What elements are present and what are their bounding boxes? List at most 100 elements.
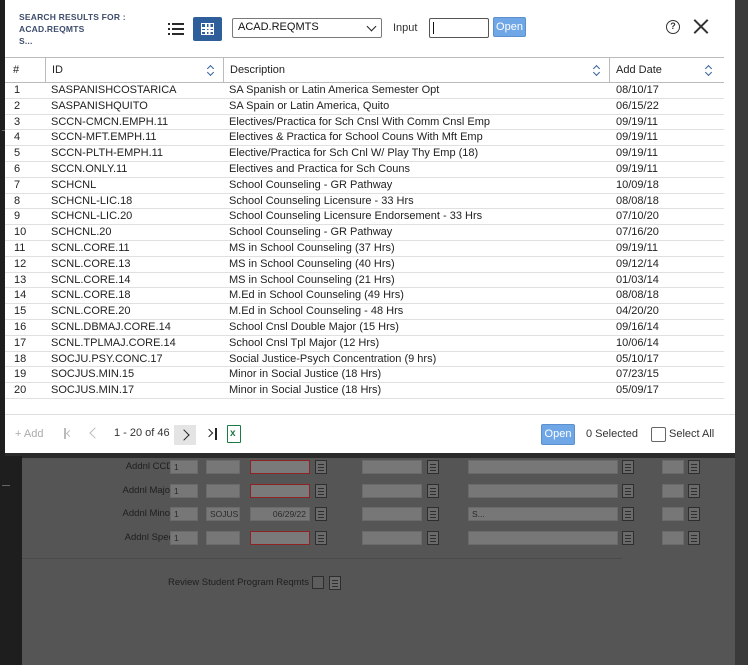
row-number: 14 [14, 289, 27, 302]
table-row[interactable]: 1 SASPANISHCOSTARICA SA Spanish or Latin A… [5, 83, 724, 99]
calendar-icon [427, 484, 439, 498]
document-icon [688, 507, 700, 521]
table-row[interactable]: 2 SASPANISHQUITO SA Spain or Latin America… [5, 99, 724, 115]
row-id: SCNL.CORE.20 [51, 305, 131, 318]
row-id: SCCN-PLTH-EMPH.11 [51, 147, 164, 160]
bg-row-majors: Addnl Majors 1 [22, 482, 735, 502]
prev-page-icon[interactable] [89, 427, 101, 439]
row-number: 5 [14, 147, 21, 160]
row-id: SCNL.CORE.11 [51, 241, 130, 254]
close-icon[interactable] [693, 18, 709, 34]
row-add-date: 08/10/17 [616, 84, 659, 96]
input-field[interactable] [429, 18, 489, 38]
row-add-date: 10/06/14 [616, 336, 659, 349]
bg-review-checkbox [312, 576, 324, 589]
row-id: SCNL.CORE.14 [51, 273, 131, 286]
row-number: 12 [14, 257, 27, 270]
row-description: Electives/Practica for Sch Cnsl With Com… [229, 115, 491, 128]
row-number: 6 [14, 162, 21, 175]
column-header-description[interactable]: Description [223, 58, 609, 83]
bg-date-field: 06/29/22 [250, 507, 310, 521]
table-row[interactable]: 3 SCCN-CMCN.EMPH.11 Electives/Practica for… [5, 115, 724, 131]
last-page-icon[interactable] [204, 428, 218, 440]
dialog-header: SEARCH RESULTS FOR : ACAD.REQMTS S... AC… [5, 0, 735, 52]
table-row[interactable]: 8 SCHCNL-LIC.18 School Counseling Licensur… [5, 194, 724, 210]
column-label: Description [230, 64, 286, 76]
table-body: 1 SASPANISHCOSTARICA SA Spanish or Latin A… [5, 83, 724, 399]
document-icon [622, 531, 634, 545]
table-scrollbar[interactable] [724, 57, 735, 387]
file-select-value: ACAD.REQMTS [238, 21, 319, 33]
row-id: SCCN-CMCN.EMPH.11 [51, 115, 169, 128]
row-number: 8 [14, 194, 21, 207]
table-row[interactable]: 11 SCNL.CORE.11 MS in School Counseling (3… [5, 241, 724, 257]
sort-icon[interactable] [593, 65, 601, 76]
row-add-date: 04/20/20 [616, 305, 659, 318]
bg-text-field [468, 484, 618, 498]
column-header-add-date[interactable]: Add Date [609, 58, 721, 83]
table-row[interactable]: 4 SCCN-MFT.EMPH.11 Electives & Practica fo… [5, 130, 724, 147]
row-description: Elective/Practica for Sch Cnl W/ Play Th… [229, 147, 479, 160]
nav-tick [2, 485, 10, 486]
text-caret [433, 22, 434, 34]
next-page-icon[interactable] [174, 425, 196, 445]
row-id: SCNL.CORE.18 [51, 289, 131, 302]
help-icon[interactable]: ? [666, 20, 680, 34]
table-row[interactable]: 6 SCCN.ONLY.11 Electives and Practica for … [5, 162, 724, 178]
grid-view-button[interactable] [193, 17, 222, 41]
table-row[interactable]: 5 SCCN-PLTH-EMPH.11 Elective/Practica for … [5, 146, 724, 162]
row-number: 15 [14, 305, 27, 318]
select-all-label[interactable]: Select All [669, 428, 714, 440]
open-button[interactable]: Open [493, 17, 526, 37]
row-id: SASPANISHCOSTARICA [51, 84, 177, 96]
footer-open-button[interactable]: Open [541, 424, 575, 445]
row-add-date: 09/19/11 [616, 147, 659, 160]
sort-icon[interactable] [705, 65, 713, 76]
row-add-date: 09/19/11 [616, 115, 659, 128]
row-add-date: 07/10/20 [616, 210, 659, 223]
row-id: SCCN-MFT.EMPH.11 [51, 131, 157, 144]
sort-icon[interactable] [207, 65, 215, 76]
row-number: 9 [14, 210, 21, 223]
background-form: Addnl CCDs 1 Addnl Majors 1 Addnl Minors… [22, 458, 735, 665]
row-add-date: 09/16/14 [616, 320, 659, 333]
calendar-icon [427, 531, 439, 545]
table-row[interactable]: 13 SCNL.CORE.14 MS in School Counseling (2… [5, 273, 724, 289]
document-icon [622, 460, 634, 474]
table-row[interactable]: 16 SCNL.DBMAJ.CORE.14 School Cnsl Double M… [5, 320, 724, 336]
row-add-date: 07/16/20 [616, 226, 659, 239]
excel-export-icon[interactable]: x [227, 425, 241, 443]
column-header-id[interactable]: ID [45, 58, 223, 83]
row-description: School Cnsl Double Major (15 Hrs) [229, 320, 399, 333]
bg-row-specs: Addnl Specs 1 [22, 529, 735, 549]
dialog-title-line: S... [19, 36, 33, 46]
row-number: 13 [14, 273, 27, 286]
table-row[interactable]: 20 SOCJUS.MIN.17 Minor in Social Justice (… [5, 383, 724, 399]
table-row[interactable]: 19 SOCJUS.MIN.15 Minor in Social Justice (… [5, 367, 724, 384]
search-results-dialog: SEARCH RESULTS FOR : ACAD.REQMTS S... AC… [5, 0, 735, 456]
row-add-date: 09/12/14 [616, 257, 659, 270]
table-row[interactable]: 17 SCNL.TPLMAJ.CORE.14 School Cnsl Tpl Maj… [5, 336, 724, 352]
table-row[interactable]: 15 SCNL.CORE.20 M.Ed in School Counseling … [5, 304, 724, 320]
first-page-icon[interactable] [64, 428, 74, 439]
bg-text-field [468, 460, 618, 474]
table-row[interactable]: 7 SCHCNL School Counseling - GR Pathway 10/… [5, 178, 724, 194]
column-label: Add Date [616, 64, 662, 76]
calendar-icon [427, 507, 439, 521]
row-add-date: 08/08/18 [616, 289, 659, 302]
file-select[interactable]: ACAD.REQMTS [232, 18, 382, 38]
table-row[interactable]: 18 SOCJU.PSY.CONC.17 Social Justice-Psych … [5, 352, 724, 368]
row-add-date: 10/09/18 [616, 178, 659, 191]
bg-small-field [662, 484, 684, 498]
table-row[interactable]: 12 SCNL.CORE.13 MS in School Counseling (4… [5, 257, 724, 273]
row-number: 7 [14, 178, 21, 191]
select-all-checkbox[interactable] [651, 427, 666, 442]
row-description: School Counseling Licensure Endorsement … [229, 210, 483, 223]
bg-num-field: 1 [170, 507, 198, 521]
table-row[interactable]: 10 SCHCNL.20 School Counseling - GR Pathwa… [5, 225, 724, 241]
add-button[interactable]: + Add [15, 428, 43, 440]
row-number: 17 [14, 336, 27, 349]
list-view-icon[interactable] [167, 18, 189, 40]
table-row[interactable]: 9 SCHCNL-LIC.20 School Counseling Licensur… [5, 209, 724, 226]
table-row[interactable]: 14 SCNL.CORE.18 M.Ed in School Counseling … [5, 288, 724, 305]
